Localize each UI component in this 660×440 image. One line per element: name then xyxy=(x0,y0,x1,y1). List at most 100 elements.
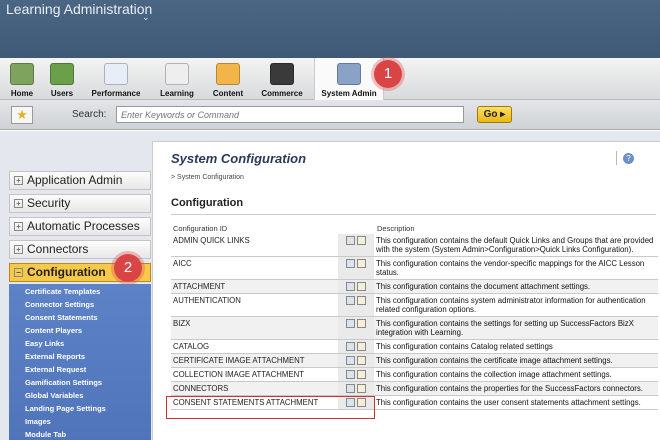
sidebar-item-label: Configuration xyxy=(27,265,106,279)
config-id-link[interactable]: AUTHENTICATION xyxy=(171,293,338,317)
view-icon[interactable] xyxy=(357,370,366,379)
configuration-table: ADMIN QUICK LINKS This configuration cont… xyxy=(171,234,658,410)
edit-icon[interactable] xyxy=(346,296,355,305)
chevron-down-icon[interactable]: ⌄ xyxy=(142,12,150,23)
go-button[interactable]: Go ▸ xyxy=(477,106,512,123)
app-title[interactable]: Learning Administration xyxy=(6,1,152,17)
config-description: This configuration contains system admin… xyxy=(374,293,658,317)
edit-icon[interactable] xyxy=(346,370,355,379)
page-title: System Configuration xyxy=(171,151,307,166)
book-icon xyxy=(165,63,189,85)
config-description: This configuration contains the user con… xyxy=(374,395,658,410)
view-icon[interactable] xyxy=(357,356,366,365)
config-id-link[interactable]: CONNECTORS xyxy=(171,381,338,396)
config-id-link[interactable]: ADMIN QUICK LINKS xyxy=(171,234,338,257)
nav-users[interactable]: Users xyxy=(44,58,80,100)
config-id-link[interactable]: ATTACHMENT xyxy=(171,279,338,294)
sidebar-item-application-admin[interactable]: + Application Admin xyxy=(9,171,151,190)
step-badge-2: 2 xyxy=(114,254,142,282)
nav-label: Users xyxy=(50,89,74,98)
section-title: Configuration xyxy=(171,197,244,209)
table-row: AICC This configuration contains the vend… xyxy=(171,256,658,280)
main-nav: Home Users Performance Learning Content … xyxy=(0,58,660,101)
config-id-link[interactable]: CERTIFICATE IMAGE ATTACHMENT xyxy=(171,353,338,368)
submenu-item[interactable]: Consent Statements xyxy=(25,313,98,322)
table-row: AUTHENTICATION This configuration contain… xyxy=(171,293,658,317)
submenu-item[interactable]: Easy Links xyxy=(25,339,64,348)
submenu-item[interactable]: Landing Page Settings xyxy=(25,404,106,413)
row-actions xyxy=(338,381,374,396)
expand-icon: + xyxy=(14,222,23,231)
config-id-link[interactable]: BIZX xyxy=(171,316,338,340)
collapse-icon: − xyxy=(14,268,23,277)
sidebar-item-security[interactable]: + Security xyxy=(9,194,151,213)
nav-commerce[interactable]: Commerce xyxy=(256,58,308,100)
help-icon[interactable]: ? xyxy=(623,153,634,164)
nav-label: Commerce xyxy=(261,89,303,98)
table-row: CONNECTORS This configuration contains th… xyxy=(171,381,658,396)
divider xyxy=(171,214,656,215)
nav-content[interactable]: Content xyxy=(206,58,250,100)
nav-label: Performance xyxy=(91,89,141,98)
row-actions xyxy=(338,339,374,354)
row-actions xyxy=(338,316,374,340)
edit-icon[interactable] xyxy=(346,319,355,328)
config-id-link[interactable]: AICC xyxy=(171,256,338,280)
submenu-item[interactable]: Connector Settings xyxy=(25,300,94,309)
nav-label: Learning xyxy=(160,89,194,98)
submenu-item[interactable]: External Request xyxy=(25,365,86,374)
submenu-item[interactable]: Global Variables xyxy=(25,391,83,400)
edit-icon[interactable] xyxy=(346,384,355,393)
config-description: This configuration contains the default … xyxy=(374,234,658,257)
view-icon[interactable] xyxy=(357,259,366,268)
view-icon[interactable] xyxy=(357,296,366,305)
search-bar: ★ Search: Go ▸ xyxy=(0,100,660,130)
table-row: BIZX This configuration contains the sett… xyxy=(171,316,658,340)
nav-learning[interactable]: Learning xyxy=(154,58,200,100)
users-icon xyxy=(50,63,74,85)
row-actions xyxy=(338,367,374,382)
submenu-item[interactable]: Module Tab xyxy=(25,430,66,439)
search-label: Search: xyxy=(72,109,107,120)
config-description: This configuration contains the collecti… xyxy=(374,367,658,382)
submenu-item[interactable]: External Reports xyxy=(25,352,85,361)
submenu-item[interactable]: Certificate Templates xyxy=(25,287,100,296)
edit-icon[interactable] xyxy=(346,356,355,365)
submenu-item[interactable]: Content Players xyxy=(25,326,82,335)
folder-icon xyxy=(216,63,240,85)
edit-icon[interactable] xyxy=(346,259,355,268)
nav-label: Content xyxy=(212,89,244,98)
config-description: This configuration contains the properti… xyxy=(374,381,658,396)
view-icon[interactable] xyxy=(357,236,366,245)
nav-system-admin[interactable]: System Admin xyxy=(314,58,384,101)
table-row: ATTACHMENT This configuration contains th… xyxy=(171,279,658,294)
config-id-link[interactable]: CATALOG xyxy=(171,339,338,354)
home-icon xyxy=(10,63,34,85)
nav-home[interactable]: Home xyxy=(4,58,40,100)
view-icon[interactable] xyxy=(357,282,366,291)
sidebar: + Application Admin + Security + Automatic … xyxy=(9,170,152,440)
favorites-star-icon[interactable]: ★ xyxy=(11,106,33,124)
chart-icon xyxy=(104,63,128,85)
search-input[interactable] xyxy=(116,106,464,123)
column-header-id: Configuration ID xyxy=(173,224,228,233)
nav-performance[interactable]: Performance xyxy=(84,58,148,100)
config-description: This configuration contains the document… xyxy=(374,279,658,294)
step-badge-1: 1 xyxy=(374,60,402,88)
view-icon[interactable] xyxy=(357,342,366,351)
row-actions xyxy=(338,293,374,317)
sidebar-item-label: Automatic Processes xyxy=(27,219,140,233)
admin-user-icon xyxy=(337,63,361,85)
edit-icon[interactable] xyxy=(346,342,355,351)
table-row: ADMIN QUICK LINKS This configuration cont… xyxy=(171,234,658,257)
sidebar-item-automatic-processes[interactable]: + Automatic Processes xyxy=(9,217,151,236)
edit-icon[interactable] xyxy=(346,236,355,245)
submenu-item[interactable]: Images xyxy=(25,417,51,426)
config-id-link[interactable]: COLLECTION IMAGE ATTACHMENT xyxy=(171,367,338,382)
submenu-item[interactable]: Gamification Settings xyxy=(25,378,102,387)
sidebar-item-label: Connectors xyxy=(27,242,89,256)
edit-icon[interactable] xyxy=(346,282,355,291)
nav-label: System Admin xyxy=(321,89,377,98)
view-icon[interactable] xyxy=(357,319,366,328)
view-icon[interactable] xyxy=(357,384,366,393)
